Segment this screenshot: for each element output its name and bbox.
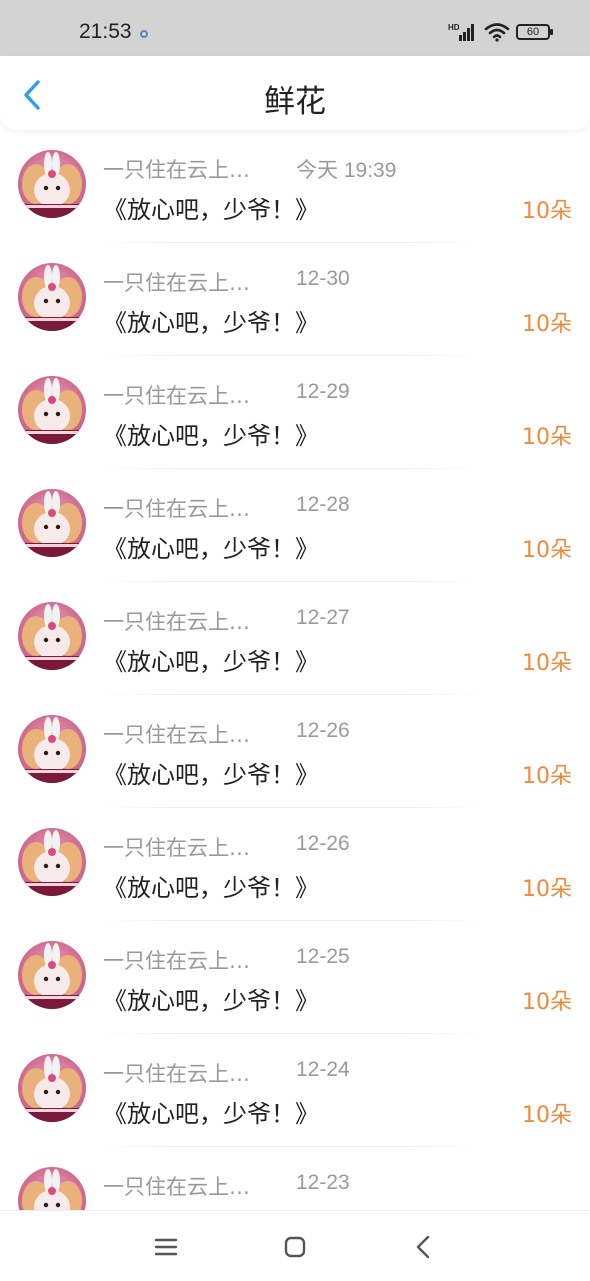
list-item[interactable]: 一只住在云上… 12-25 《放心吧，少爷！》 10朵: [0, 921, 590, 1034]
list-item[interactable]: 一只住在云上… 12-28 《放心吧，少爷！》 10朵: [0, 469, 590, 582]
message-text: 《放心吧，少爷！》: [103, 1100, 319, 1128]
message-text: 《放心吧，少爷！》: [103, 874, 319, 902]
status-bar: 21:53 HD 60: [0, 0, 590, 56]
list-item[interactable]: 一只住在云上… 12-26 《放心吧，少爷！》 10朵: [0, 695, 590, 808]
avatar[interactable]: [18, 715, 86, 783]
avatar[interactable]: [18, 1167, 86, 1210]
flower-count: 10朵: [522, 312, 572, 337]
avatar[interactable]: [18, 376, 86, 444]
home-icon[interactable]: [279, 1231, 311, 1263]
system-nav-bar: [0, 1210, 590, 1281]
avatar[interactable]: [18, 828, 86, 896]
page-title: 鲜花: [264, 84, 326, 120]
list-item[interactable]: 一只住在云上… 12-23 《放心吧，少爷！》 10朵: [0, 1147, 590, 1210]
flower-count: 10朵: [522, 538, 572, 563]
message-text: 《放心吧，少爷！》: [103, 196, 319, 224]
timestamp: 12-29: [296, 380, 350, 403]
list-item[interactable]: 一只住在云上… 今天 19:39 《放心吧，少爷！》 10朵: [0, 130, 590, 243]
flower-count: 10朵: [522, 877, 572, 902]
sender-name: 一只住在云上…: [103, 384, 250, 408]
flower-count: 10朵: [522, 990, 572, 1015]
message-text: 《放心吧，少爷！》: [103, 987, 319, 1015]
status-time: 21:53: [79, 20, 132, 43]
list-item[interactable]: 一只住在云上… 12-29 《放心吧，少爷！》 10朵: [0, 356, 590, 469]
sender-name: 一只住在云上…: [103, 497, 250, 521]
message-text: 《放心吧，少爷！》: [103, 422, 319, 450]
app-header: 鲜花: [0, 56, 590, 130]
timestamp: 12-28: [296, 493, 350, 516]
svg-text:HD: HD: [448, 23, 460, 32]
timestamp: 12-23: [296, 1171, 350, 1194]
timestamp: 12-26: [296, 719, 350, 742]
message-text: 《放心吧，少爷！》: [103, 309, 319, 337]
gift-list[interactable]: 一只住在云上… 今天 19:39 《放心吧，少爷！》 10朵 一只住在云上… 1…: [0, 130, 590, 1210]
avatar[interactable]: [18, 602, 86, 670]
signal-icon: HD: [448, 23, 474, 41]
sender-name: 一只住在云上…: [103, 1062, 250, 1086]
timestamp: 12-30: [296, 267, 350, 290]
notification-icon: [140, 30, 148, 38]
menu-icon[interactable]: [150, 1231, 182, 1263]
timestamp: 12-25: [296, 945, 350, 968]
flower-count: 10朵: [522, 1103, 572, 1128]
timestamp: 12-27: [296, 606, 350, 629]
flower-count: 10朵: [522, 764, 572, 789]
sender-name: 一只住在云上…: [103, 158, 250, 182]
avatar[interactable]: [18, 263, 86, 331]
timestamp: 今天 19:39: [296, 159, 397, 182]
status-icons: HD 60: [448, 22, 553, 42]
avatar[interactable]: [18, 1054, 86, 1122]
back-nav-icon[interactable]: [408, 1231, 440, 1263]
sender-name: 一只住在云上…: [103, 1175, 250, 1199]
list-item[interactable]: 一只住在云上… 12-30 《放心吧，少爷！》 10朵: [0, 243, 590, 356]
avatar[interactable]: [18, 150, 86, 218]
sender-name: 一只住在云上…: [103, 723, 250, 747]
sender-name: 一只住在云上…: [103, 949, 250, 973]
timestamp: 12-24: [296, 1058, 350, 1081]
list-item[interactable]: 一只住在云上… 12-27 《放心吧，少爷！》 10朵: [0, 582, 590, 695]
flower-count: 10朵: [522, 651, 572, 676]
flower-count: 10朵: [522, 425, 572, 450]
avatar[interactable]: [18, 941, 86, 1009]
message-text: 《放心吧，少爷！》: [103, 761, 319, 789]
battery-icon: 60: [516, 24, 553, 40]
message-text: 《放心吧，少爷！》: [103, 535, 319, 563]
message-text: 《放心吧，少爷！》: [103, 648, 319, 676]
sender-name: 一只住在云上…: [103, 271, 250, 295]
list-item[interactable]: 一只住在云上… 12-24 《放心吧，少爷！》 10朵: [0, 1034, 590, 1147]
list-item[interactable]: 一只住在云上… 12-26 《放心吧，少爷！》 10朵: [0, 808, 590, 921]
sender-name: 一只住在云上…: [103, 610, 250, 634]
avatar[interactable]: [18, 489, 86, 557]
sender-name: 一只住在云上…: [103, 836, 250, 860]
wifi-icon: [484, 23, 510, 42]
timestamp: 12-26: [296, 832, 350, 855]
flower-count: 10朵: [522, 199, 572, 224]
